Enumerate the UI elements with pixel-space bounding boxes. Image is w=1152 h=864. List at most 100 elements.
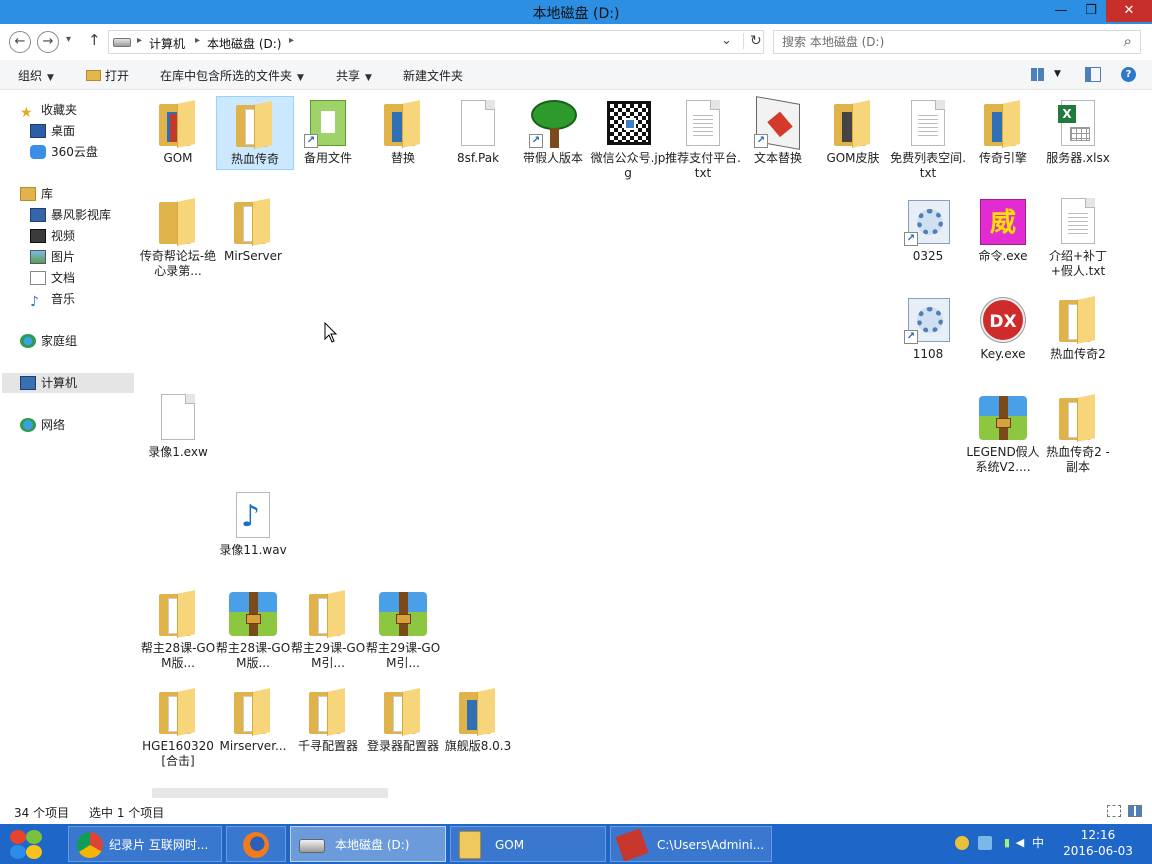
taskbar-explorer-drive-d[interactable]: 本地磁盘 (D:) bbox=[290, 826, 446, 862]
nav-desktop[interactable]: 桌面 bbox=[30, 121, 75, 141]
organize-button[interactable]: 组织 ▼ bbox=[18, 67, 54, 84]
app-icon bbox=[615, 828, 649, 862]
breadcrumb-separator[interactable]: ▸ bbox=[289, 35, 294, 46]
list-item[interactable]: 传奇帮论坛-绝心录第... bbox=[139, 194, 217, 281]
close-button[interactable]: ✕ bbox=[1106, 0, 1152, 22]
start-button[interactable] bbox=[8, 828, 46, 862]
list-item[interactable]: Mirserver... bbox=[214, 684, 292, 756]
breadcrumb-drive-d[interactable]: 本地磁盘 (D:) bbox=[207, 35, 281, 52]
back-button[interactable]: ← bbox=[9, 31, 31, 53]
view-options-dropdown[interactable]: ▼ bbox=[1054, 69, 1061, 79]
ime-indicator[interactable]: 中 bbox=[1030, 836, 1046, 850]
list-item[interactable]: X 服务器.xlsx bbox=[1039, 96, 1117, 168]
list-item[interactable]: 微信公众号.jpg bbox=[589, 96, 667, 183]
list-item[interactable]: ↗ 1108 bbox=[889, 292, 967, 364]
details-view-icon[interactable] bbox=[1107, 805, 1121, 817]
list-item[interactable]: ↗ 0325 bbox=[889, 194, 967, 266]
list-item[interactable]: DX Key.exe bbox=[964, 292, 1042, 364]
taskbar-firefox[interactable] bbox=[226, 826, 286, 862]
list-item[interactable]: 热血传奇2 bbox=[1039, 292, 1117, 364]
list-item[interactable]: GOM bbox=[139, 96, 217, 168]
list-item[interactable]: 帮主28课-GOM版... bbox=[214, 586, 292, 673]
search-icon[interactable]: ⌕ bbox=[1124, 32, 1132, 50]
new-folder-button[interactable]: 新建文件夹 bbox=[403, 67, 463, 84]
list-item[interactable]: 免费列表空间.txt bbox=[889, 96, 967, 183]
taskbar-cmd[interactable]: C:\Users\Admini... bbox=[610, 826, 772, 862]
network-icon[interactable]: ▮ bbox=[1000, 836, 1014, 850]
library-icon bbox=[20, 187, 36, 201]
list-item[interactable]: 传奇引擎 bbox=[964, 96, 1042, 168]
maximize-button[interactable]: ❐ bbox=[1076, 0, 1106, 22]
list-item[interactable]: 推荐支付平台.txt bbox=[664, 96, 742, 183]
list-item[interactable]: ↗ 备用文件 bbox=[289, 96, 367, 168]
search-input[interactable] bbox=[782, 34, 1102, 50]
list-item[interactable]: LEGEND假人系统V2.... bbox=[964, 390, 1042, 477]
open-button[interactable]: 打开 bbox=[86, 67, 129, 84]
address-bar[interactable]: ▸ 计算机 ▸ 本地磁盘 (D:) ▸ ⌄ ↻ bbox=[108, 30, 764, 54]
taskbar-clock[interactable]: 12:16 2016-06-03 bbox=[1058, 827, 1138, 859]
tray-icon[interactable] bbox=[955, 836, 969, 850]
list-item[interactable]: 威命令.exe bbox=[964, 194, 1042, 266]
file-list: GOM 热血传奇 ↗ 备用文件 替换 8sf.Pak ↗ 带假人版本 微信公众号.j… bbox=[138, 90, 1152, 798]
list-item[interactable]: ♪ 录像11.wav bbox=[214, 488, 292, 560]
search-box[interactable]: ⌕ bbox=[773, 30, 1141, 54]
list-item[interactable]: 替换 bbox=[364, 96, 442, 168]
organize-label: 组织 bbox=[18, 69, 43, 83]
list-item[interactable]: HGE160320[合击] bbox=[139, 684, 217, 771]
include-in-library-button[interactable]: 在库中包含所选的文件夹 ▼ bbox=[160, 67, 304, 84]
horizontal-scrollbar[interactable] bbox=[152, 788, 388, 798]
picture-icon bbox=[30, 250, 46, 264]
desktop-icon bbox=[30, 124, 46, 138]
list-item[interactable]: 帮主28课-GOM版... bbox=[139, 586, 217, 673]
taskbar-gom-folder[interactable]: GOM bbox=[450, 826, 606, 862]
preview-pane-icon[interactable] bbox=[1085, 67, 1101, 82]
list-item[interactable]: 热血传奇2 - 副本 bbox=[1039, 390, 1117, 477]
list-item[interactable]: GOM皮肤 bbox=[814, 96, 892, 168]
list-item[interactable]: 录像1.exw bbox=[139, 390, 217, 462]
nav-music[interactable]: ♪ 音乐 bbox=[30, 289, 75, 309]
breadcrumb-separator[interactable]: ▸ bbox=[137, 35, 142, 46]
volume-icon[interactable]: ◀ bbox=[1013, 836, 1027, 850]
list-item[interactable]: ↗ 文本替换 bbox=[739, 96, 817, 168]
list-item[interactable]: 千寻配置器 bbox=[289, 684, 367, 756]
list-item[interactable]: 旗舰版8.0.3 bbox=[439, 684, 517, 756]
recent-locations-button[interactable]: ▾ bbox=[66, 34, 71, 45]
nav-documents[interactable]: 文档 bbox=[30, 268, 75, 288]
nav-videos[interactable]: 视频 bbox=[30, 226, 75, 246]
list-item[interactable]: 登录器配置器 bbox=[364, 684, 442, 756]
list-item[interactable]: 帮主29课-GOM引... bbox=[289, 586, 367, 673]
large-icons-view-icon[interactable] bbox=[1128, 805, 1142, 817]
list-item[interactable]: MirServer bbox=[214, 194, 292, 266]
help-icon[interactable]: ? bbox=[1121, 67, 1136, 82]
navigation-pane: ★ 收藏夹 桌面 360云盘 库 暴风影视库 视频 图片 文档 ♪ 音乐 家庭组 计… bbox=[0, 90, 138, 798]
list-item[interactable]: 8sf.Pak bbox=[439, 96, 517, 168]
forward-button[interactable]: → bbox=[37, 31, 59, 53]
nav-network[interactable]: 网络 bbox=[20, 415, 65, 435]
folder-icon bbox=[152, 686, 204, 738]
view-options-icon[interactable] bbox=[1031, 68, 1045, 81]
folder-open-icon bbox=[86, 70, 101, 81]
breadcrumb-separator[interactable]: ▸ bbox=[195, 35, 200, 46]
tray-icon[interactable] bbox=[978, 836, 992, 850]
nav-homegroup[interactable]: 家庭组 bbox=[20, 331, 77, 351]
nav-pictures[interactable]: 图片 bbox=[30, 247, 75, 267]
list-item[interactable]: 帮主29课-GOM引... bbox=[364, 586, 442, 673]
nav-360-cloud[interactable]: 360云盘 bbox=[30, 142, 98, 162]
minimize-button[interactable]: — bbox=[1046, 0, 1076, 22]
item-label: 旗舰版8.0.3 bbox=[444, 739, 512, 753]
nav-favorites[interactable]: ★ 收藏夹 bbox=[20, 100, 77, 120]
share-button[interactable]: 共享 ▼ bbox=[336, 67, 372, 84]
refresh-button[interactable]: ↻ bbox=[743, 33, 762, 49]
list-item[interactable]: 介绍+补丁+假人.txt bbox=[1039, 194, 1117, 281]
list-item[interactable]: 热血传奇 bbox=[216, 96, 294, 170]
gear-icon: ↗ bbox=[902, 294, 954, 346]
address-dropdown-button[interactable]: ⌄ bbox=[721, 33, 732, 48]
taskbar-chrome[interactable]: 纪录片 互联网时... bbox=[68, 826, 222, 862]
nav-computer[interactable]: 计算机 bbox=[2, 373, 134, 393]
nav-baofeng-library[interactable]: 暴风影视库 bbox=[30, 205, 111, 225]
list-item[interactable]: ↗ 带假人版本 bbox=[514, 96, 592, 168]
nav-libraries[interactable]: 库 bbox=[20, 184, 53, 204]
breadcrumb-computer[interactable]: 计算机 bbox=[149, 35, 185, 52]
up-button[interactable]: ↑ bbox=[88, 31, 101, 49]
folder-icon bbox=[1052, 392, 1104, 444]
